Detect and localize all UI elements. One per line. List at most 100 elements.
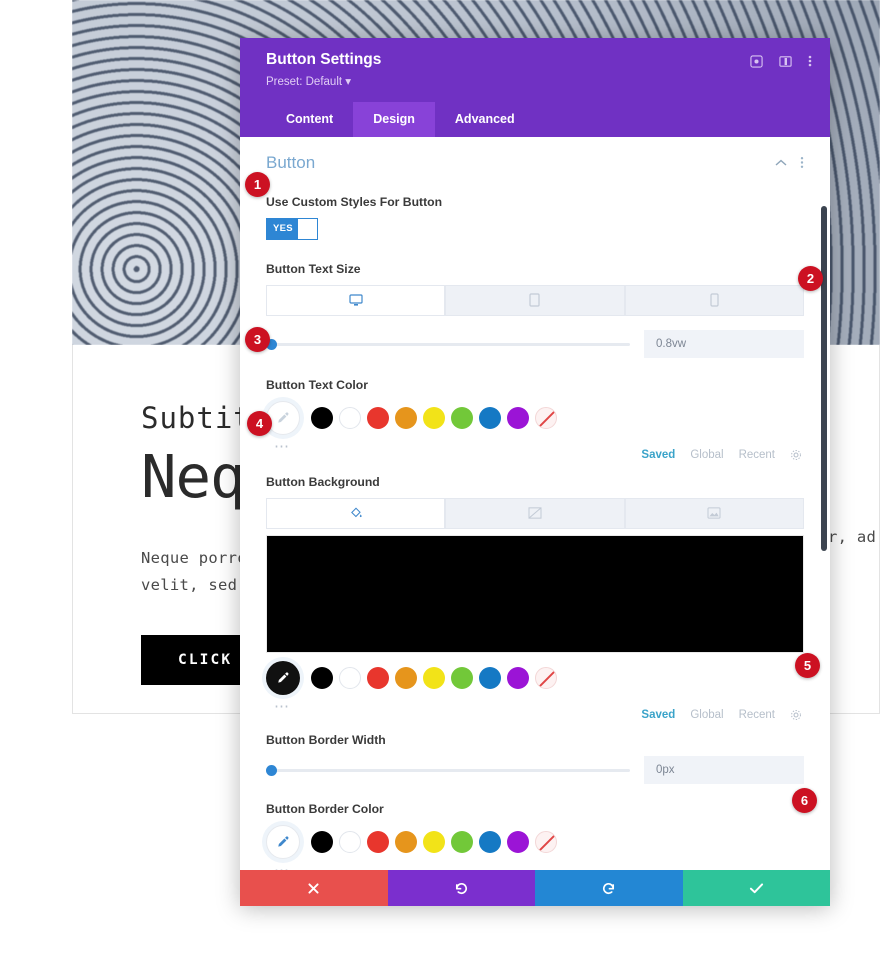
button-border-width-slider[interactable]: [266, 763, 630, 777]
swatch-green[interactable]: [451, 830, 473, 853]
swatch-purple[interactable]: [507, 406, 529, 429]
annotation-badge-4: 4: [247, 411, 272, 436]
button-settings-modal: Button Settings Preset: Default ▾ Conten…: [240, 38, 830, 906]
modal-header: Button Settings Preset: Default ▾ Conten…: [240, 38, 830, 137]
undo-button[interactable]: [387, 870, 535, 906]
button-text-size-responsive-tabs: [266, 284, 804, 316]
color-picker-button-text[interactable]: [266, 400, 300, 435]
button-text-color-palette-tabs: Saved Global Recent: [266, 449, 804, 461]
swatch-orange[interactable]: [395, 666, 417, 689]
layout-panel-icon[interactable]: [779, 55, 792, 68]
chevron-up-icon[interactable]: [775, 159, 787, 167]
swatch-green[interactable]: [451, 666, 473, 689]
kebab-menu-icon[interactable]: [808, 54, 812, 68]
annotation-badge-6: 6: [792, 788, 817, 813]
tab-content[interactable]: Content: [266, 102, 353, 137]
swatch-green[interactable]: [451, 406, 473, 429]
cancel-button[interactable]: [240, 870, 388, 906]
fullscreen-icon[interactable]: [750, 54, 763, 68]
section-kebab-menu-icon[interactable]: [800, 156, 804, 169]
use-custom-styles-toggle[interactable]: YES: [266, 217, 318, 240]
button-border-color-swatches: [266, 824, 804, 859]
gear-icon[interactable]: [790, 709, 802, 721]
button-border-color-label: Button Border Color: [266, 801, 384, 816]
preset-label: Preset: Default: [266, 75, 343, 88]
button-border-width-slider-row: 0px: [266, 755, 804, 784]
swatch-blue[interactable]: [479, 830, 501, 853]
swatch-red[interactable]: [367, 406, 389, 429]
swatch-white[interactable]: [339, 830, 361, 853]
button-section: Button Use Custom Styles For Button YES: [240, 137, 830, 870]
swatch-yellow[interactable]: [423, 830, 445, 853]
section-title: Button: [266, 152, 316, 172]
palette-tab-saved[interactable]: Saved: [641, 449, 675, 461]
use-custom-styles-label: Use Custom Styles For Button: [266, 194, 443, 209]
button-text-size-slider-row: 0.8vw: [266, 329, 804, 358]
tab-design[interactable]: Design: [353, 101, 435, 137]
palette-tab-recent[interactable]: Recent: [739, 709, 775, 721]
swatch-blue[interactable]: [479, 666, 501, 689]
swatch-black[interactable]: [311, 666, 333, 689]
page-body-right-fragment: r, ad: [828, 528, 877, 546]
swatch-red[interactable]: [367, 666, 389, 689]
slider-track: [272, 768, 630, 772]
button-border-width-input[interactable]: 0px: [644, 755, 804, 784]
screenshot-root: Subtitle Nequ Neque porro velit, sed CLI…: [0, 0, 880, 956]
swatch-orange[interactable]: [395, 406, 417, 429]
palette-tab-global[interactable]: Global: [690, 449, 723, 461]
swatch-red[interactable]: [367, 830, 389, 853]
swatch-yellow[interactable]: [423, 666, 445, 689]
button-text-size-slider[interactable]: [266, 337, 630, 351]
swatch-blue[interactable]: [479, 406, 501, 429]
gear-icon[interactable]: [790, 449, 802, 461]
modal-title: Button Settings: [266, 51, 382, 68]
tab-advanced[interactable]: Advanced: [435, 102, 535, 137]
tablet-icon[interactable]: [445, 284, 625, 316]
annotation-badge-1: 1: [245, 172, 270, 197]
toggle-value-label: YES: [273, 223, 293, 235]
redo-button[interactable]: [535, 870, 683, 906]
color-picker-button-border[interactable]: [266, 824, 300, 859]
annotation-badge-3: 3: [245, 327, 270, 352]
button-background-palette-tabs: Saved Global Recent: [266, 709, 804, 721]
swatch-white[interactable]: [339, 666, 361, 689]
modal-body-scroll[interactable]: Button Use Custom Styles For Button YES: [240, 136, 830, 870]
slider-track: [272, 342, 630, 346]
swatch-none[interactable]: [535, 666, 557, 689]
gradient-icon[interactable]: [445, 497, 625, 529]
swatch-none[interactable]: [535, 406, 557, 429]
swatch-black[interactable]: [311, 406, 333, 429]
modal-scrollbar-thumb[interactable]: [821, 206, 827, 551]
button-text-size-input[interactable]: 0.8vw: [644, 329, 804, 358]
paint-bucket-icon[interactable]: [266, 497, 446, 529]
swatch-yellow[interactable]: [423, 406, 445, 429]
button-background-label: Button Background: [266, 474, 380, 489]
button-text-size-label: Button Text Size: [266, 261, 361, 276]
section-header: Button: [266, 137, 804, 183]
palette-tab-recent[interactable]: Recent: [739, 449, 775, 461]
annotation-badge-5: 5: [795, 653, 820, 678]
modal-footer: [240, 870, 830, 906]
swatch-none[interactable]: [535, 830, 557, 853]
button-text-color-swatches: [266, 400, 804, 435]
save-button[interactable]: [682, 870, 830, 906]
swatch-orange[interactable]: [395, 830, 417, 853]
more-dots-icon[interactable]: ⋯: [274, 861, 804, 870]
phone-icon[interactable]: [624, 284, 804, 316]
annotation-badge-2: 2: [798, 266, 823, 291]
button-background-color-preview[interactable]: [266, 534, 804, 653]
toggle-knob: [297, 218, 317, 239]
swatch-purple[interactable]: [507, 666, 529, 689]
color-picker-button-background[interactable]: [266, 660, 300, 695]
palette-tab-global[interactable]: Global: [690, 709, 723, 721]
chevron-down-icon: ▾: [345, 75, 352, 88]
desktop-icon[interactable]: [266, 284, 446, 316]
button-background-swatches: [266, 660, 804, 695]
image-icon[interactable]: [624, 497, 804, 529]
swatch-purple[interactable]: [507, 830, 529, 853]
modal-preset-selector[interactable]: Preset: Default ▾: [266, 74, 381, 88]
swatch-white[interactable]: [339, 406, 361, 429]
swatch-black[interactable]: [311, 830, 333, 853]
slider-knob[interactable]: [266, 764, 277, 776]
palette-tab-saved[interactable]: Saved: [641, 709, 675, 721]
